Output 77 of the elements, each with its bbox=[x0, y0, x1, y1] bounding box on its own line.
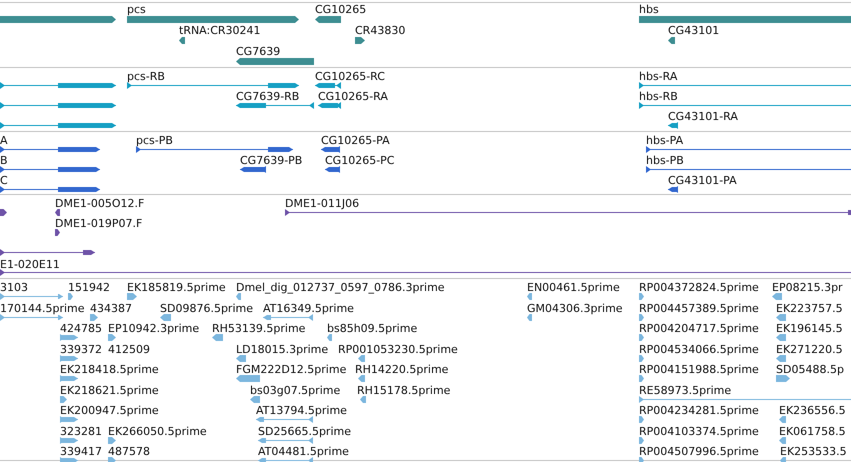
feature-label: EN00461.5prime bbox=[527, 281, 620, 294]
feature-label: CR43830 bbox=[355, 24, 406, 37]
feature-label: CG10265 bbox=[315, 3, 366, 16]
feature-label: RP004457389.5prime bbox=[639, 302, 759, 314]
feature-label: pcs-RB bbox=[127, 70, 165, 83]
feature-label: hbs-PB bbox=[646, 154, 684, 167]
feature-label: EK185819.5prime bbox=[127, 281, 226, 294]
feature-label: 434387 bbox=[90, 302, 132, 314]
feature-label: EK236556.5 bbox=[779, 404, 846, 417]
feature-label: CG10265-RA bbox=[318, 90, 388, 103]
feature-label: CG7639-PB bbox=[240, 154, 302, 167]
feature-label: GM04306.3prime bbox=[527, 302, 623, 314]
feature-label: RP004151988.5prime bbox=[639, 363, 759, 376]
feature-label: 151942 bbox=[68, 281, 110, 294]
feature-label: A bbox=[0, 134, 8, 147]
feature-label: RP004534066.5prime bbox=[639, 342, 759, 356]
feature-label: 487578 bbox=[108, 445, 150, 458]
feature-label: pcs bbox=[127, 3, 146, 16]
feature-label: RP004103374.5prime bbox=[639, 424, 759, 438]
feature-label: bs03g07.5prime bbox=[250, 384, 340, 396]
feature-label: EK218621.5prime bbox=[60, 384, 159, 396]
feature-label: CG10265-RC bbox=[315, 70, 385, 83]
feature-label: E1-020E11 bbox=[0, 258, 60, 271]
feature-label: RH14220.5prime bbox=[355, 363, 448, 376]
feature-label: RH15178.5prime bbox=[357, 384, 450, 396]
feature-label: 412509 bbox=[108, 342, 150, 356]
feature-label: EK196145.5 bbox=[776, 322, 843, 335]
feature-label: DME1-011J06 bbox=[285, 197, 360, 210]
feature-label: EK218418.5prime bbox=[60, 363, 159, 376]
feature-label: CG43101-PA bbox=[668, 174, 737, 187]
feature-label: bs85h09.5prime bbox=[327, 322, 418, 335]
feature-label: AT16349.5prime bbox=[263, 302, 354, 314]
feature-label: 3103 bbox=[0, 281, 28, 294]
feature-label: hbs-RB bbox=[639, 90, 678, 103]
feature-label: hbs-RA bbox=[639, 70, 678, 83]
feature-label: RP004507996.5prime bbox=[639, 445, 759, 458]
feature-label: tRNA:CR30241 bbox=[179, 24, 261, 37]
feature-label: AT13794.5prime bbox=[256, 404, 347, 417]
feature-label: RP004204717.5prime bbox=[639, 322, 759, 335]
feature-label: Dmel_dig_012737_0597_0786.3prime bbox=[236, 281, 445, 294]
feature-label: SD09876.5prime bbox=[160, 302, 253, 314]
feature-label: DME1-019P07.F bbox=[55, 217, 142, 230]
feature-label: 170144.5prime bbox=[0, 302, 85, 314]
feature-label: CG43101-RA bbox=[668, 110, 738, 123]
feature-label: SD05488.5p bbox=[776, 363, 844, 376]
feature-label: 424785 bbox=[60, 322, 102, 335]
feature-label: FGM222D12.5prime bbox=[236, 363, 346, 376]
feature-label: RP001053230.5prime bbox=[338, 342, 458, 356]
feature-label: CG43101 bbox=[668, 24, 720, 37]
feature-label: pcs-PB bbox=[136, 134, 173, 147]
feature-label: EK271220.5 bbox=[776, 342, 843, 356]
feature-label: EK200947.5prime bbox=[60, 404, 159, 417]
feature-label: hbs-PA bbox=[646, 134, 684, 147]
feature-label: DME1-005O12.F bbox=[55, 197, 144, 210]
feature-label: EP10942.3prime bbox=[108, 322, 200, 335]
feature-label: SD25665.5prime bbox=[258, 424, 351, 438]
feature-label: CG10265-PC bbox=[325, 154, 394, 167]
feature-label: CG10265-PA bbox=[321, 134, 390, 147]
feature-label: EK061758.5 bbox=[779, 424, 846, 438]
feature-label: hbs bbox=[639, 3, 659, 16]
feature-label: RP004234281.5prime bbox=[639, 404, 759, 417]
feature-label: EK253533.5 bbox=[780, 445, 847, 458]
feature-label: B bbox=[0, 154, 8, 167]
feature-label: 339372 bbox=[60, 342, 102, 356]
feature-label: RH53139.5prime bbox=[212, 322, 306, 335]
feature-label: RP004372824.5prime bbox=[639, 281, 759, 294]
feature-label: AT04481.5prime bbox=[258, 445, 349, 458]
feature-label: EK266050.5prime bbox=[108, 424, 207, 438]
feature-label: RE58973.5prime bbox=[639, 384, 732, 396]
feature-label: CG7639 bbox=[236, 45, 280, 58]
feature-label: EK223757.5 bbox=[776, 302, 843, 314]
feature-label: C bbox=[0, 174, 8, 187]
feature-label: 323281 bbox=[60, 424, 102, 438]
feature-label: LD18015.3prime bbox=[236, 342, 328, 356]
feature-label: EP08215.3pr bbox=[772, 281, 843, 294]
feature-label: 339417 bbox=[60, 445, 102, 458]
feature-label: CG7639-RB bbox=[236, 90, 300, 103]
